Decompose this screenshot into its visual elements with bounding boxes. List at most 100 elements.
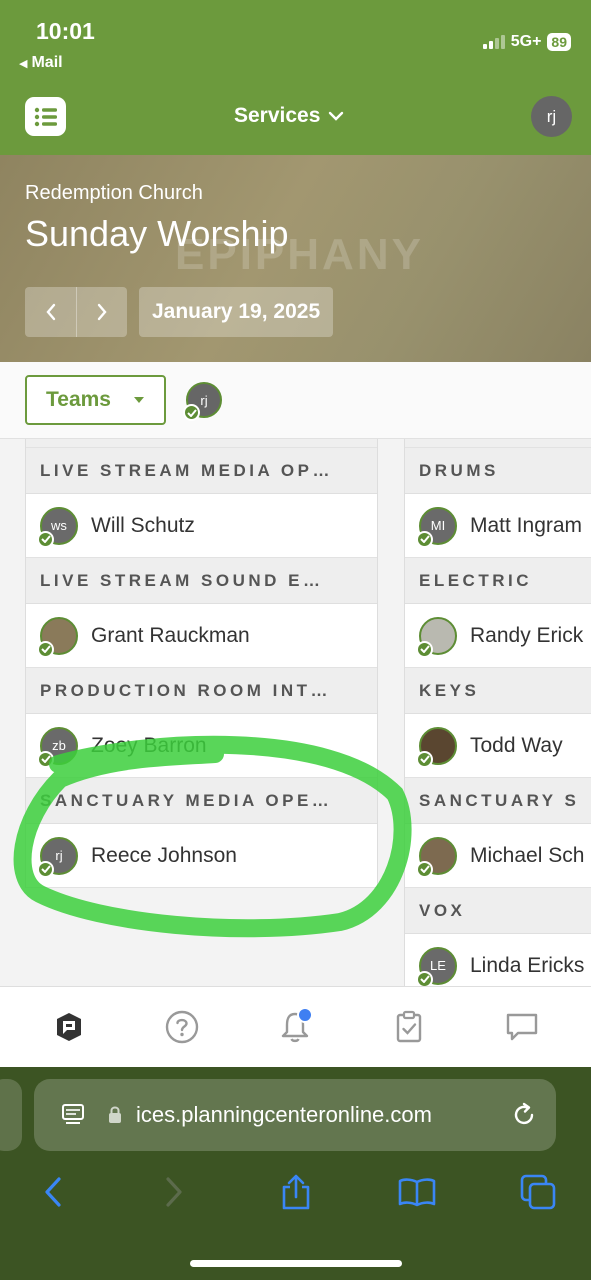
back-app-label: Mail: [31, 54, 63, 71]
app-header-bar: 10:01 ◀ Mail 5G+ 89 Services rj: [0, 0, 591, 155]
reader-mode-icon: [62, 1104, 84, 1124]
person-name: Matt Ingram: [470, 513, 583, 537]
plan-date-button[interactable]: January 19, 2025: [139, 287, 334, 337]
app-title-label: Services: [234, 104, 321, 127]
previous-tab-preview[interactable]: [0, 1079, 22, 1151]
previous-date-button[interactable]: [25, 287, 76, 337]
battery-icon: 89: [547, 33, 571, 51]
person-avatar: LE: [416, 946, 457, 986]
person-row[interactable]: rj Reece Johnson: [26, 824, 377, 888]
confirmed-check-icon: [416, 640, 433, 658]
plan-header: EPIPHANY Redemption Church Sunday Worshi…: [0, 155, 591, 362]
network-label: 5G+: [510, 33, 542, 50]
teams-dropdown[interactable]: Teams: [25, 375, 166, 425]
person-name: Michael Sch: [470, 843, 585, 867]
status-indicators: 5G+ 89: [482, 33, 571, 51]
tab-home[interactable]: [39, 997, 99, 1057]
position-header: ELECTRIC: [405, 558, 591, 604]
url-text: ices.planningcenteronline.com: [136, 1102, 432, 1127]
position-header: LIVE STREAM SOUND E…: [26, 558, 377, 604]
person-name: Linda Ericks: [470, 953, 585, 977]
tabs-button[interactable]: [513, 1170, 563, 1214]
team-column-band: DRUMS MI Matt Ingram ELECTRIC Randy Erick KEY…: [404, 439, 591, 986]
position-header: VOX: [405, 888, 591, 934]
bookmarks-button[interactable]: [392, 1170, 442, 1214]
planning-center-icon: [56, 1013, 81, 1041]
avatar-initials: MI: [430, 518, 446, 533]
next-date-button[interactable]: [76, 287, 127, 337]
confirmed-check-icon: [37, 530, 54, 548]
menu-button[interactable]: [25, 97, 66, 136]
person-name: Will Schutz: [91, 513, 195, 537]
confirmed-check-icon: [416, 750, 433, 768]
organization-name: Redemption Church: [25, 182, 203, 204]
person-row[interactable]: MI Matt Ingram: [405, 494, 591, 558]
avatar-initials: ws: [51, 518, 67, 533]
confirmed-check-icon: [37, 860, 54, 878]
confirmed-check-icon: [37, 640, 54, 658]
chat-icon: [507, 1013, 538, 1041]
person-avatar: MI: [416, 506, 457, 548]
person-avatar: [416, 726, 457, 768]
person-name: Zoey Barron: [91, 733, 207, 757]
position-header: SANCTUARY MEDIA OPE…: [26, 778, 377, 824]
team-columns: LIVE STREAM MEDIA OP… ws Will Schutz LIVE S…: [0, 439, 591, 986]
share-button[interactable]: [271, 1170, 321, 1214]
person-row[interactable]: Grant Rauckman: [26, 604, 377, 668]
avatar-initials: rj: [55, 848, 63, 863]
browser-nav-buttons: [0, 1170, 591, 1214]
person-name: Todd Way: [470, 733, 563, 757]
person-row[interactable]: LE Linda Ericks: [405, 934, 591, 986]
position-header: KEYS: [405, 668, 591, 714]
bottom-tab-bar: [0, 986, 591, 1067]
avatar-initials: zb: [52, 738, 66, 753]
reload-icon[interactable]: [510, 1101, 538, 1129]
person-avatar: [416, 836, 457, 878]
chevron-down-icon: [329, 111, 344, 121]
teams-label: Teams: [46, 388, 111, 411]
confirmed-check-icon: [416, 860, 433, 878]
person-row[interactable]: Michael Sch: [405, 824, 591, 888]
browser-back-button[interactable]: [28, 1170, 78, 1214]
status-time: 10:01: [36, 18, 95, 44]
chevron-left-icon: [45, 303, 55, 321]
person-row[interactable]: zb Zoey Barron: [26, 714, 377, 778]
confirmed-check-icon: [416, 530, 433, 548]
browser-forward-button[interactable]: [149, 1170, 199, 1214]
chevron-right-icon: [97, 303, 107, 321]
date-navigation: January 19, 2025: [25, 287, 334, 337]
person-name: Randy Erick: [470, 623, 584, 647]
person-row[interactable]: Randy Erick: [405, 604, 591, 668]
person-row[interactable]: Todd Way: [405, 714, 591, 778]
position-header: PRODUCTION ROOM INT…: [26, 668, 377, 714]
viewer-avatar[interactable]: rj: [183, 382, 222, 421]
tab-notifications[interactable]: [265, 997, 325, 1057]
person-avatar: rj: [37, 836, 78, 878]
back-triangle-icon: ◀: [19, 57, 28, 70]
tab-tasks[interactable]: [379, 997, 439, 1057]
check-icon: [183, 404, 200, 421]
list-icon: [34, 107, 57, 126]
position-header: LIVE STREAM MEDIA OP…: [26, 448, 377, 494]
date-arrows: [25, 287, 127, 337]
tabs-icon: [520, 1174, 556, 1210]
person-avatar: [416, 616, 457, 658]
tab-help[interactable]: [152, 997, 212, 1057]
tasks-icon: [396, 1010, 422, 1043]
services-dropdown[interactable]: Services: [234, 104, 344, 128]
caret-down-icon: [133, 397, 144, 403]
address-bar[interactable]: ices.planningcenteronline.com: [34, 1079, 556, 1151]
person-avatar: [37, 616, 78, 658]
person-avatar: zb: [37, 726, 78, 768]
view-toolbar: Teams rj: [0, 362, 591, 439]
browser-toolbar: ices.planningcenteronline.com: [0, 1067, 591, 1280]
back-arrow-icon: [45, 1177, 61, 1207]
person-row[interactable]: ws Will Schutz: [26, 494, 377, 558]
tab-chat[interactable]: [492, 997, 552, 1057]
signal-icon: [482, 35, 505, 49]
team-column-media: LIVE STREAM MEDIA OP… ws Will Schutz LIVE S…: [25, 439, 378, 888]
user-avatar[interactable]: rj: [531, 96, 572, 137]
position-header: DRUMS: [405, 448, 591, 494]
back-to-mail-link[interactable]: ◀ Mail: [19, 54, 63, 72]
share-icon: [282, 1174, 309, 1210]
